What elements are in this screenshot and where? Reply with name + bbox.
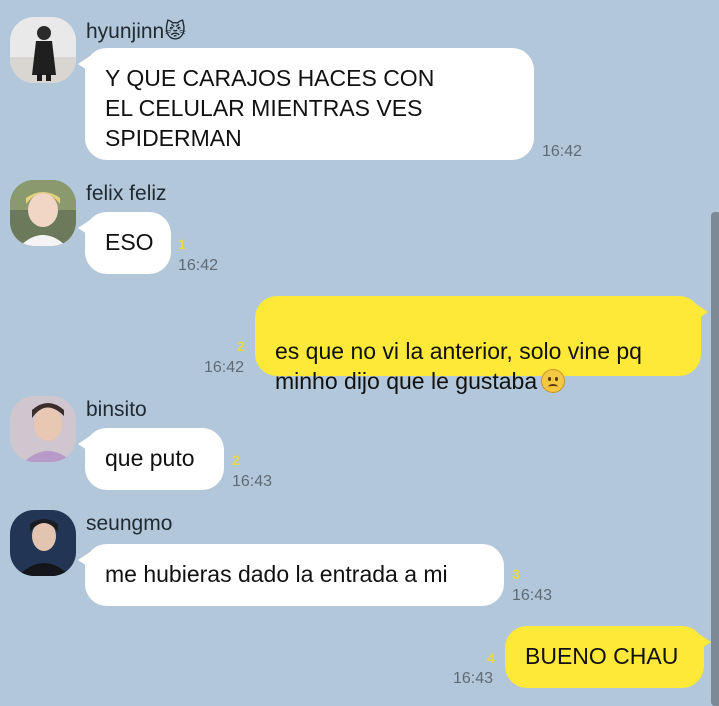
message-time: 16:42 bbox=[178, 257, 219, 274]
frowning-face-icon bbox=[541, 369, 566, 393]
sender-name: seungmo bbox=[86, 512, 173, 535]
avatar-photo-icon bbox=[10, 396, 76, 462]
avatar-binsito[interactable] bbox=[10, 396, 76, 462]
avatar-felix[interactable] bbox=[10, 180, 76, 246]
unread-count: 4 bbox=[487, 650, 495, 666]
sender-name: binsito bbox=[86, 398, 147, 421]
sender-name: hyunjinn😾 bbox=[86, 19, 186, 44]
scrollbar[interactable] bbox=[711, 212, 719, 706]
message-bubble[interactable]: ESO bbox=[78, 212, 171, 274]
message-time: 16:43 bbox=[453, 670, 494, 687]
unread-count: 3 bbox=[512, 566, 520, 582]
unread-count: 2 bbox=[237, 338, 245, 354]
message-bubble[interactable]: Y QUE CARAJOS HACES CON EL CELULAR MIENT… bbox=[78, 48, 534, 160]
avatar-photo-icon bbox=[10, 510, 76, 576]
unread-count: 1 bbox=[178, 236, 186, 252]
avatar-photo-icon bbox=[10, 17, 76, 83]
sender-name-text: hyunjinn bbox=[86, 20, 165, 43]
avatar-hyunjinn[interactable] bbox=[10, 17, 76, 83]
message-bubble[interactable]: que puto bbox=[78, 428, 224, 490]
message-text: es que no vi la anterior, solo vine pq m… bbox=[275, 338, 642, 394]
message-time: 16:42 bbox=[542, 143, 583, 160]
avatar-seungmo[interactable] bbox=[10, 510, 76, 576]
message-time: 16:42 bbox=[204, 359, 245, 376]
sender-name: felix feliz bbox=[86, 182, 167, 205]
message-bubble[interactable]: me hubieras dado la entrada a mi bbox=[78, 544, 504, 606]
message-time: 16:43 bbox=[512, 587, 553, 604]
message-time: 16:43 bbox=[232, 473, 273, 490]
unread-count: 2 bbox=[232, 452, 240, 468]
avatar-photo-icon bbox=[10, 180, 76, 246]
message-bubble-outgoing[interactable]: BUENO CHAU bbox=[505, 626, 711, 688]
message-bubble-outgoing[interactable]: es que no vi la anterior, solo vine pq m… bbox=[255, 296, 708, 394]
pouting-cat-emoji: 😾 bbox=[164, 20, 187, 43]
